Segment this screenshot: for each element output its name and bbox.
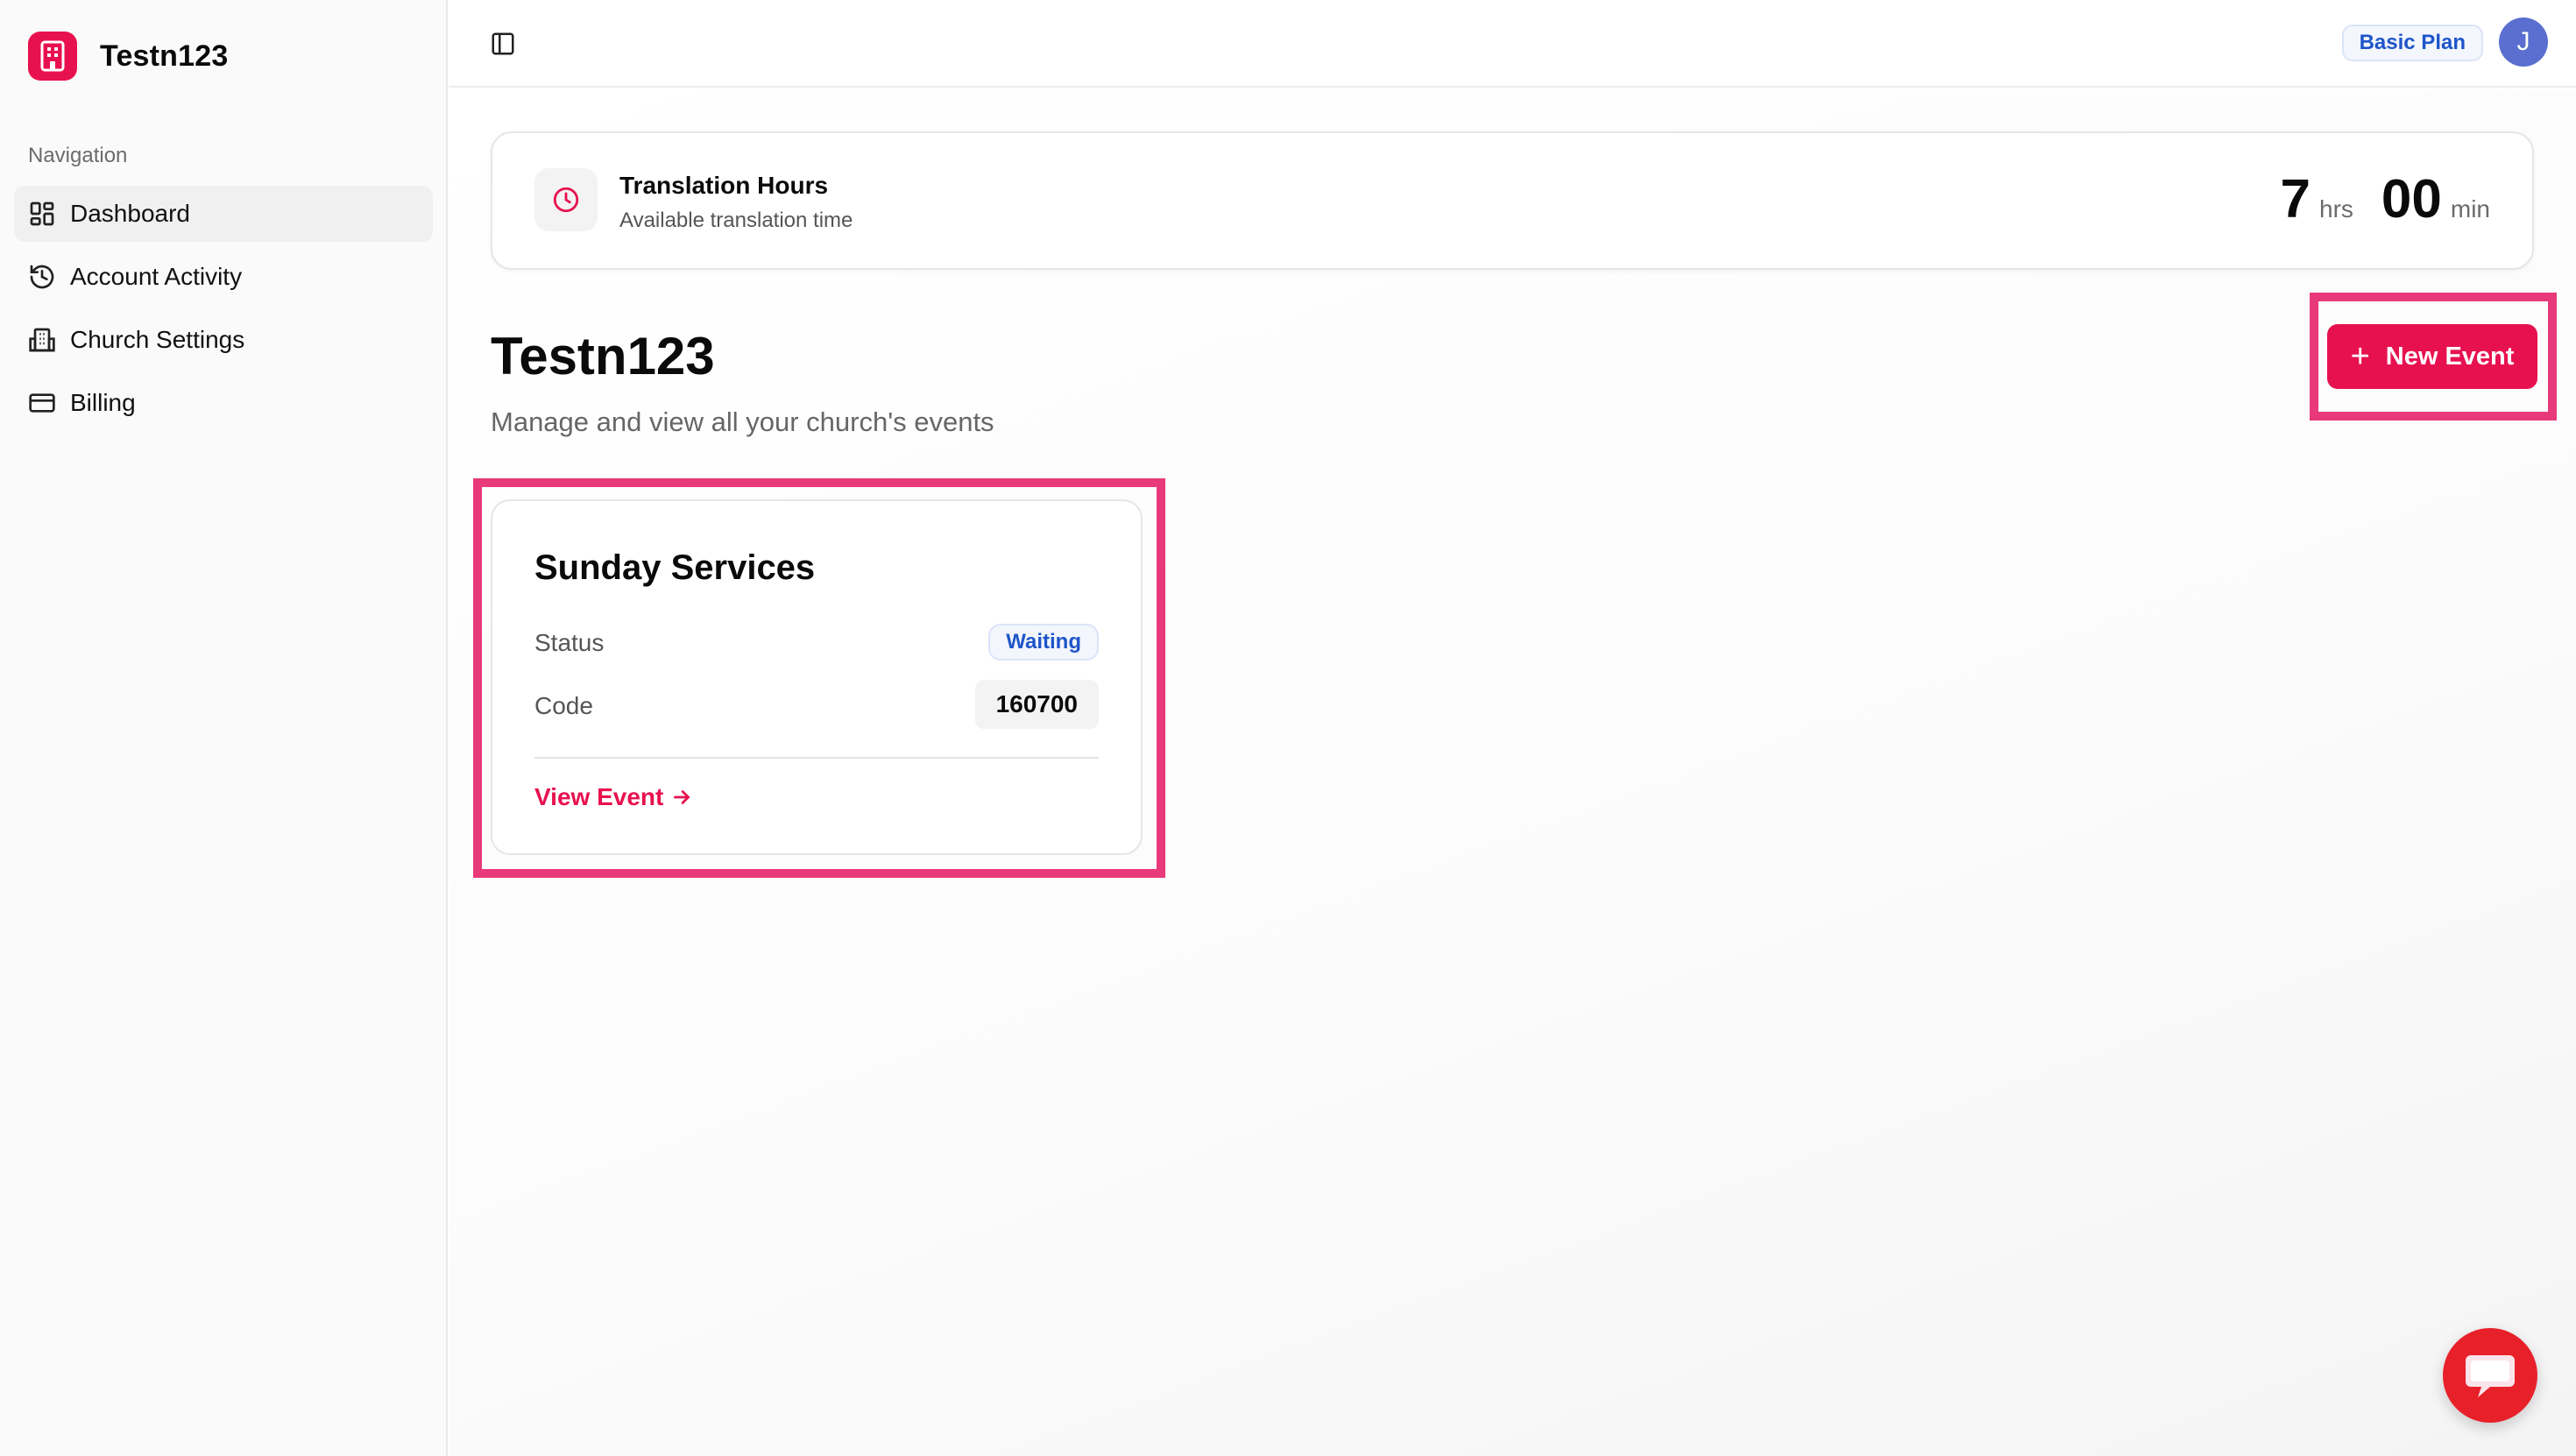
sidebar-item-label: Dashboard <box>70 200 190 227</box>
brand-name: Testn123 <box>100 39 229 73</box>
event-card[interactable]: Sunday Services Status Waiting Code 1607… <box>491 499 1143 855</box>
event-code: 160700 <box>974 680 1099 729</box>
nav-heading: Navigation <box>28 144 128 167</box>
page-subtitle: Manage and view all your church's events <box>491 406 994 437</box>
app: Testn123 Navigation Dashboard Account Ac… <box>0 0 2576 1456</box>
page-title: Testn123 <box>491 327 715 385</box>
dashboard-grid-icon <box>30 201 54 226</box>
sidebar-item-church-settings[interactable]: Church Settings <box>14 312 433 368</box>
hours-value: 7 hrs 00 min <box>2281 168 2490 230</box>
translation-hours-card: Translation Hours Available translation … <box>491 131 2534 270</box>
chat-button[interactable] <box>2443 1328 2537 1423</box>
clock-icon <box>534 168 598 231</box>
sidebar-item-dashboard[interactable]: Dashboard <box>14 186 433 242</box>
church-building-icon <box>29 328 55 352</box>
sidebar-nav: Dashboard Account Activity Church Settin… <box>14 186 433 438</box>
building-icon <box>28 32 77 81</box>
minutes-unit: min <box>2450 195 2490 223</box>
hours-unit: hrs <box>2319 195 2353 223</box>
avatar[interactable]: J <box>2499 18 2548 67</box>
new-event-label: New Event <box>2385 342 2515 371</box>
new-event-button[interactable]: + New Event <box>2327 324 2537 389</box>
sidebar-item-label: Billing <box>70 389 136 416</box>
divider <box>534 757 1099 759</box>
sidebar-item-label: Account Activity <box>70 263 243 290</box>
hours-title: Translation Hours <box>619 172 829 199</box>
history-icon <box>30 265 54 289</box>
chat-bubble-icon <box>2466 1355 2515 1397</box>
credit-card-icon <box>29 393 55 413</box>
view-event-label: View Event <box>534 783 664 810</box>
sidebar-item-account-activity[interactable]: Account Activity <box>14 249 433 305</box>
status-badge: Waiting <box>988 624 1099 661</box>
hours-number: 7 <box>2280 169 2311 230</box>
topbar: Basic Plan J <box>449 0 2576 88</box>
event-title: Sunday Services <box>534 548 816 587</box>
sidebar-item-billing[interactable]: Billing <box>14 375 433 431</box>
sidebar-toggle-icon <box>492 32 514 55</box>
sidebar-toggle-button[interactable] <box>485 26 520 61</box>
main-content: Translation Hours Available translation … <box>449 89 2576 1456</box>
code-label: Code <box>534 692 593 719</box>
hours-subtitle: Available translation time <box>619 209 853 232</box>
plan-badge[interactable]: Basic Plan <box>2341 25 2483 61</box>
sidebar: Testn123 Navigation Dashboard Account Ac… <box>0 0 448 1456</box>
brand[interactable]: Testn123 <box>28 32 228 81</box>
arrow-right-icon <box>674 790 690 804</box>
minutes-number: 00 <box>2381 169 2442 230</box>
view-event-link[interactable]: View Event <box>534 783 693 811</box>
status-label: Status <box>534 629 605 656</box>
sidebar-item-label: Church Settings <box>70 326 245 353</box>
plus-icon: + <box>2350 338 2370 375</box>
